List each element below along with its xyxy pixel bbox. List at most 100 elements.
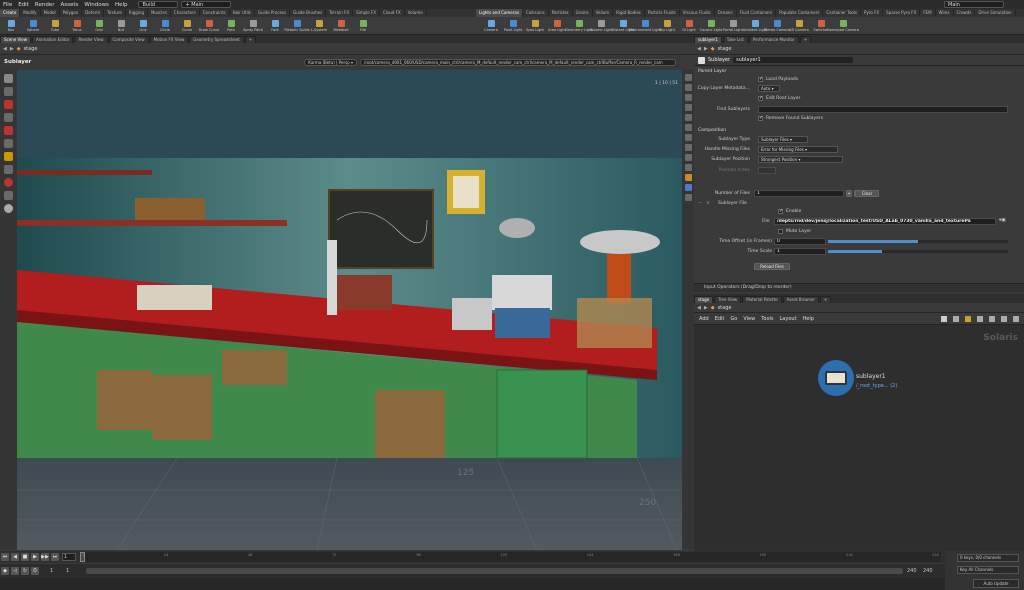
key-all-channels-button[interactable]: Key All Channels [957, 566, 1019, 574]
layout-icon[interactable] [989, 315, 995, 322]
shelf-tab[interactable]: Particles [549, 9, 573, 17]
shelf-tab[interactable]: Grains [573, 9, 593, 17]
tab-scene-view[interactable]: Scene View [0, 36, 31, 43]
grid-icon[interactable] [684, 123, 692, 131]
node-name-field[interactable]: sublayer1 [733, 57, 854, 63]
light-tool-icon[interactable] [4, 152, 13, 161]
network-menu-help[interactable]: Help [803, 316, 814, 322]
right-tool-8[interactable]: Sky Light [656, 17, 678, 34]
shelf-tab[interactable]: Guide Brushes [290, 9, 327, 17]
network-menu-tools[interactable]: Tools [761, 316, 773, 322]
shelf-tab[interactable]: Lights and Cameras [476, 9, 523, 17]
tab-motion-fx-view[interactable]: Motion FX View [149, 36, 189, 43]
shelf-tab[interactable]: Sparse Pyro FX [883, 9, 921, 17]
back-arrow-icon[interactable]: ◀ [697, 305, 701, 311]
shelf-tab[interactable]: Container Tools [823, 9, 862, 17]
step-back-icon[interactable]: ◀ [11, 553, 19, 561]
tab-composite-view[interactable]: Composite View [108, 36, 149, 43]
backface-icon[interactable] [684, 153, 692, 161]
shading-icon[interactable] [684, 93, 692, 101]
left-tool-11[interactable]: Spray Paint [242, 17, 264, 34]
forward-arrow-icon[interactable]: ▶ [704, 46, 708, 52]
handle-tool-icon[interactable] [4, 126, 13, 135]
tab-geometry-spreadsheet[interactable]: Geometry Spreadsheet [189, 36, 244, 43]
wrench-icon[interactable] [941, 315, 947, 322]
desktop-selector[interactable]: Build [138, 1, 179, 8]
left-tool-14[interactable]: L-System [308, 17, 330, 34]
flag-icon[interactable] [965, 315, 971, 322]
menu-file[interactable]: File [0, 2, 15, 8]
shelf-tab[interactable]: Populate Containers [776, 9, 824, 17]
tab-sublayer1[interactable]: sublayer1 [694, 36, 722, 43]
select-tool-icon[interactable] [4, 74, 13, 83]
left-tool-0[interactable]: Box [0, 17, 22, 34]
layout-icon[interactable] [684, 163, 692, 171]
shelf-tab[interactable]: Hair Utils [230, 9, 255, 17]
back-arrow-icon[interactable]: ◀ [697, 46, 701, 52]
tab-render-view[interactable]: Render View [74, 36, 108, 43]
input-operators-section[interactable]: Input Operators (Drag/Drop to reorder) [694, 283, 1024, 292]
right-tool-9[interactable]: GI Light [678, 17, 700, 34]
enable-checkbox[interactable] [778, 208, 783, 214]
shelf-tab[interactable]: Texture [104, 9, 126, 17]
left-tool-2[interactable]: Tube [44, 17, 66, 34]
realtime-icon[interactable]: ⏱ [31, 567, 39, 575]
left-path-label[interactable]: stage [24, 46, 38, 52]
left-tool-1[interactable]: Sphere [22, 17, 44, 34]
copy-layer-metadata-dropdown[interactable]: Auto ▾ [758, 85, 780, 92]
back-arrow-icon[interactable]: ◀ [3, 46, 7, 52]
view-tool-icon[interactable] [4, 165, 13, 174]
shelf-tab[interactable]: Rigid Bodies [613, 9, 645, 17]
network-menu-go[interactable]: Go [730, 316, 737, 322]
info-icon[interactable] [1013, 315, 1019, 322]
key-prev-icon[interactable]: ◁ [11, 567, 19, 575]
display-options-icon[interactable] [684, 73, 692, 81]
right-tool-16[interactable]: Gamepad Camera [827, 17, 859, 34]
remove-found-checkbox[interactable] [758, 115, 763, 121]
network-menu-edit[interactable]: Edit [715, 316, 725, 322]
shelf-tab[interactable]: Modify [20, 9, 41, 17]
tab-tree-view[interactable]: Tree View [714, 296, 742, 303]
range-end-field[interactable]: 240 [923, 568, 945, 574]
left-tool-4[interactable]: Grid [88, 17, 110, 34]
display-icon[interactable] [1001, 315, 1007, 322]
left-tool-12[interactable]: Font [264, 17, 286, 34]
camera-path-menu[interactable]: /root/camera_d001_060/USD/camera_main_ct… [360, 58, 676, 66]
right-tool-0[interactable]: Camera [480, 17, 502, 34]
shelf-tab[interactable]: Particle Fluids [645, 9, 680, 17]
sublayer-type-dropdown[interactable]: Sublayer Files ▾ [758, 136, 808, 143]
menu-windows[interactable]: Windows [81, 2, 112, 8]
time-scale-field[interactable]: 1 [774, 248, 826, 255]
shelf-tab[interactable]: Polygon [60, 9, 83, 17]
range-start-field[interactable]: 1 [66, 568, 82, 574]
left-tool-5[interactable]: Null [110, 17, 132, 34]
left-tool-16[interactable]: File [352, 17, 374, 34]
right-tool-13[interactable]: Stereo Camera [764, 17, 790, 34]
right-path-label[interactable]: stage [718, 46, 732, 52]
lights-icon[interactable] [684, 143, 692, 151]
right-tool-10[interactable]: Caustic Light [700, 17, 722, 34]
forward-arrow-icon[interactable]: ▶ [10, 46, 14, 52]
tab-asset-browser[interactable]: Asset Browser [782, 296, 820, 303]
right-tool-1[interactable]: Point Light [502, 17, 524, 34]
snap-icon[interactable] [4, 191, 13, 200]
shelf-tab[interactable]: Model [41, 9, 60, 17]
right-tool-4[interactable]: Geometry Light [565, 17, 593, 34]
right-tool-2[interactable]: Spot Light [524, 17, 546, 34]
shelf-tab[interactable]: Oceans [715, 9, 737, 17]
shelf-tab[interactable]: Viscous Fluids [680, 9, 715, 17]
shelf-tab[interactable]: Terrain FX [326, 9, 354, 17]
left-tool-3[interactable]: Torus [66, 17, 88, 34]
info-icon[interactable] [4, 204, 13, 213]
left-tool-15[interactable]: Metaball [330, 17, 352, 34]
handle-missing-dropdown[interactable]: Error for Missing Files ▾ [758, 146, 838, 153]
left-tool-8[interactable]: Curve [176, 17, 198, 34]
file-entry-x-icon[interactable]: × [706, 201, 710, 206]
jump-end-icon[interactable]: ⏭ [51, 553, 59, 561]
shelf-tab[interactable]: Volume [405, 9, 427, 17]
left-tool-13[interactable]: Platonic Solids [284, 17, 310, 34]
right-tool-11[interactable]: Portal Light [722, 17, 744, 34]
file-entry-minus-icon[interactable]: − [698, 201, 702, 206]
user-selector[interactable]: Main [944, 1, 1004, 8]
load-payloads-checkbox[interactable] [758, 76, 763, 82]
